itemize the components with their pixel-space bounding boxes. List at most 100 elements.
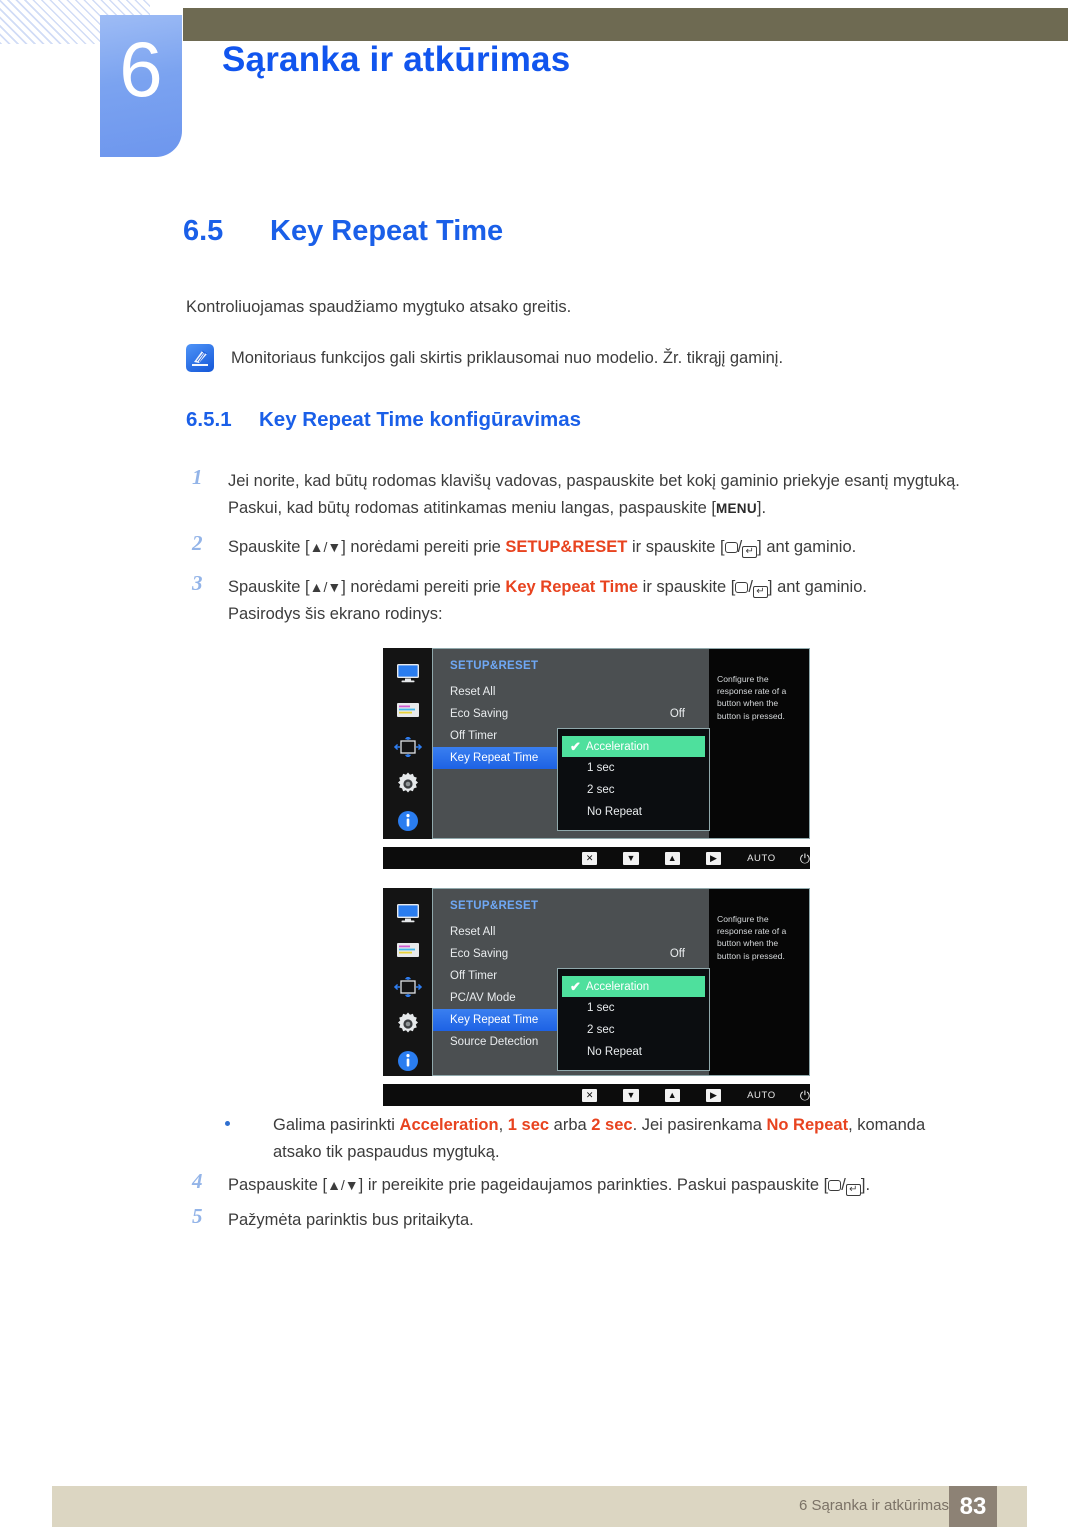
osd-frame: SETUP&RESET Reset All Eco Saving Off Off … bbox=[383, 648, 810, 839]
monitor-icon[interactable] bbox=[393, 661, 423, 685]
document-page: 6 Sąranka ir atkūrimas 6.5 Key Repeat Tim… bbox=[0, 0, 1080, 1527]
osd-key-close[interactable]: ✕ bbox=[582, 1088, 598, 1102]
step-3-mid: ] norėdami pereiti prie bbox=[341, 578, 506, 597]
step-3-pre: Spauskite [ bbox=[228, 578, 310, 597]
subsection-title-text: Key Repeat Time konfigūravimas bbox=[259, 408, 582, 431]
power-icon[interactable]: ⏻ bbox=[800, 1089, 810, 1102]
step-item: 1 Jei norite, kad būtų rodomas klavišų v… bbox=[186, 465, 1006, 521]
color-bars-icon[interactable] bbox=[393, 698, 423, 722]
info-icon[interactable] bbox=[393, 809, 423, 833]
gear-icon[interactable] bbox=[393, 1012, 423, 1036]
note-block: Monitoriaus funkcijos gali skirtis prikl… bbox=[186, 344, 783, 372]
osd-item-label: Off Timer bbox=[450, 730, 498, 742]
osd-submenu-option[interactable]: 1 sec bbox=[558, 997, 709, 1019]
power-icon[interactable]: ⏻ bbox=[800, 852, 810, 865]
step-2-mid2: ir spauskite [ bbox=[627, 538, 725, 557]
size-position-icon[interactable] bbox=[393, 975, 423, 999]
osd-menu-item[interactable]: Eco Saving Off bbox=[433, 703, 709, 725]
check-icon: ✔ bbox=[570, 978, 581, 994]
info-icon[interactable] bbox=[393, 1049, 423, 1073]
osd-submenu-label: 2 sec bbox=[587, 784, 615, 796]
osd-key-up[interactable]: ▲ bbox=[664, 851, 680, 865]
section-lead-paragraph: Kontroliuojamas spaudžiamo mygtuko atsak… bbox=[186, 298, 572, 316]
osd-submenu-label: Acceleration bbox=[585, 980, 650, 993]
gear-icon[interactable] bbox=[393, 772, 423, 796]
footer-chapter-text: 6 Sąranka ir atkūrimas bbox=[798, 1497, 949, 1514]
step-number: 1 bbox=[192, 465, 203, 489]
bullet-dot-icon bbox=[225, 1121, 230, 1126]
source-key-icon bbox=[735, 582, 749, 594]
step-1-line-1: Jei norite, kad būtų rodomas klavišų vad… bbox=[228, 472, 960, 490]
step-text: Paspauskite [▲/▼] ir pereikite prie page… bbox=[228, 1176, 871, 1196]
osd-submenu-option[interactable]: 1 sec bbox=[558, 757, 709, 779]
osd-submenu-option-selected[interactable]: ✔ Acceleration bbox=[562, 736, 705, 757]
osd-screenshot-1: SETUP&RESET Reset All Eco Saving Off Off … bbox=[383, 648, 810, 869]
chapter-title: Sąranka ir atkūrimas bbox=[222, 40, 571, 79]
bullet-sep-1: , bbox=[498, 1116, 508, 1134]
size-position-icon[interactable] bbox=[393, 735, 423, 759]
color-bars-icon[interactable] bbox=[393, 938, 423, 962]
osd-menu-item-selected[interactable]: Key Repeat Time bbox=[433, 1009, 557, 1031]
step-number: 4 bbox=[192, 1169, 203, 1193]
osd-menu-panel: SETUP&RESET Reset All Eco Saving Off Off … bbox=[432, 648, 710, 839]
step-1-line-2-prefix: Paskui, kad būtų rodomas atitinkamas men… bbox=[228, 498, 716, 517]
osd-submenu-option[interactable]: No Repeat bbox=[558, 801, 709, 823]
step-text: Pažymėta parinktis bus pritaikyta. bbox=[228, 1210, 474, 1229]
osd-key-right[interactable]: ▶ bbox=[705, 851, 722, 865]
osd-menu-panel: SETUP&RESET Reset All Eco Saving Off Off … bbox=[432, 888, 710, 1076]
osd-item-label: Eco Saving bbox=[450, 708, 509, 720]
step-3-post: ] ant gaminio. bbox=[767, 578, 867, 597]
keyword-key-repeat-time: Key Repeat Time bbox=[505, 578, 639, 597]
osd-menu-item[interactable]: Reset All bbox=[433, 921, 709, 943]
keyword-setup-reset: SETUP&RESET bbox=[505, 538, 628, 557]
step-number: 5 bbox=[192, 1203, 203, 1228]
header-olive-bar bbox=[183, 8, 1068, 41]
enter-key-icon: ↵ bbox=[752, 586, 768, 599]
bullet-note: Galima pasirinkti Acceleration, 1 sec ar… bbox=[225, 1112, 1015, 1165]
osd-submenu-label: Acceleration bbox=[585, 740, 650, 753]
osd-submenu-option[interactable]: 2 sec bbox=[558, 779, 709, 801]
osd-item-value: Off bbox=[669, 708, 685, 720]
osd-key-close[interactable]: ✕ bbox=[582, 851, 598, 865]
osd-submenu-option-selected[interactable]: ✔ Acceleration bbox=[562, 976, 705, 997]
osd-submenu-label: 1 sec bbox=[587, 762, 615, 774]
osd-submenu-label: 2 sec bbox=[587, 1024, 615, 1036]
osd-submenu-option[interactable]: 2 sec bbox=[558, 1019, 709, 1041]
osd-submenu-label: No Repeat bbox=[587, 1046, 642, 1058]
osd-submenu-label: 1 sec bbox=[587, 1002, 615, 1014]
enter-key-icon: ↵ bbox=[845, 1184, 861, 1196]
monitor-icon[interactable] bbox=[393, 901, 423, 925]
osd-key-auto[interactable]: AUTO bbox=[747, 853, 776, 864]
check-icon: ✔ bbox=[570, 738, 581, 754]
step-3-line-2: Pasirodys šis ekrano rodinys: bbox=[228, 604, 443, 623]
step-2-mid: ] norėdami pereiti prie bbox=[341, 538, 506, 557]
subsection-heading: 6.5.1 Key Repeat Time konfigūravimas bbox=[186, 408, 581, 432]
osd-menu-item[interactable]: Eco Saving Off bbox=[433, 943, 709, 965]
osd-body: SETUP&RESET Reset All Eco Saving Off Off … bbox=[383, 888, 810, 1076]
osd-key-up[interactable]: ▲ bbox=[664, 1088, 680, 1102]
osd-submenu-option[interactable]: No Repeat bbox=[558, 1041, 709, 1063]
osd-key-right[interactable]: ▶ bbox=[705, 1088, 722, 1102]
step-item: 5 Pažymėta parinktis bus pritaikyta. bbox=[186, 1203, 1006, 1234]
osd-item-value: Off bbox=[669, 948, 685, 960]
step-4-mid: ] ir pereikite prie pageidaujamos parink… bbox=[358, 1176, 829, 1194]
enter-key-icon: ↵ bbox=[742, 546, 758, 559]
osd-item-label: Key Repeat Time bbox=[450, 752, 539, 764]
osd-menu-item[interactable]: Reset All bbox=[433, 681, 709, 703]
note-pen-icon bbox=[186, 344, 214, 372]
osd-menu-item-selected[interactable]: Key Repeat Time bbox=[433, 747, 557, 769]
section-heading: 6.5 Key Repeat Time bbox=[183, 215, 503, 248]
step-4-post: ]. bbox=[860, 1176, 871, 1194]
osd-key-down[interactable]: ▼ bbox=[623, 1088, 639, 1102]
step-4-pre: Paspauskite [ bbox=[228, 1176, 328, 1194]
chapter-number-box: 6 bbox=[100, 15, 182, 157]
bullet-pre: Galima pasirinkti bbox=[273, 1116, 400, 1134]
chapter-number: 6 bbox=[119, 25, 163, 113]
osd-menu-header: SETUP&RESET bbox=[450, 660, 539, 672]
section-number: 6.5 bbox=[183, 215, 224, 247]
osd-item-label: PC/AV Mode bbox=[450, 992, 516, 1004]
osd-key-auto[interactable]: AUTO bbox=[747, 1090, 776, 1101]
bullet-sep-2: arba bbox=[549, 1116, 592, 1134]
section-title-text: Key Repeat Time bbox=[270, 215, 504, 247]
osd-key-down[interactable]: ▼ bbox=[623, 851, 639, 865]
